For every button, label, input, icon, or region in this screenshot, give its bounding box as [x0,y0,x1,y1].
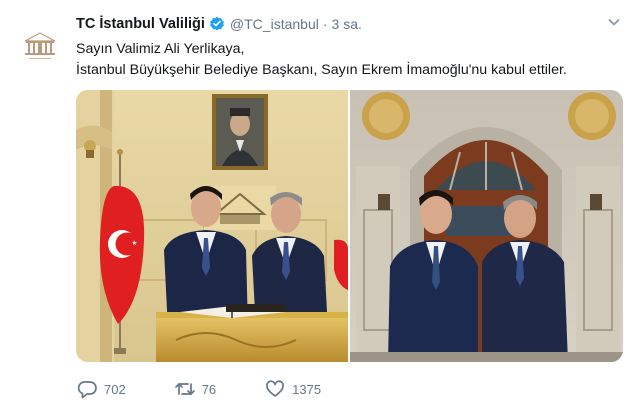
retweet-count: 76 [201,381,217,397]
tweet: TC İstanbul Valiliği @TC_istanbul · 3 sa… [0,0,640,416]
timestamp[interactable]: 3 sa. [332,16,362,32]
avatar[interactable] [14,26,66,64]
reply-icon [76,378,98,400]
photo-meeting-office[interactable] [76,90,348,362]
tweet-media [76,90,623,362]
reply-button[interactable]: 702 [76,378,126,400]
tweet-text: Sayın Valimiz Ali Yerlikaya, İstanbul Bü… [76,39,616,81]
separator-dot: · [322,16,328,32]
reply-count: 702 [104,381,126,397]
photo-meeting-building-entrance[interactable] [350,90,623,362]
retweet-button[interactable]: 76 [174,378,216,400]
verified-badge-icon [209,16,225,32]
tweet-header: TC İstanbul Valiliği @TC_istanbul · 3 sa… [76,14,362,34]
valilik-logo-icon [16,28,64,62]
retweet-icon [174,378,196,400]
like-count: 1375 [292,381,322,397]
tweet-text-line: Sayın Valimiz Ali Yerlikaya, [76,41,245,57]
handle[interactable]: @TC_istanbul [230,16,319,32]
more-options-chevron-down-icon[interactable] [606,14,622,30]
tweet-actions: 702 76 1375 [76,378,369,400]
display-name[interactable]: TC İstanbul Valiliği [76,16,205,32]
heart-icon [264,378,286,400]
tweet-text-line: İstanbul Büyükşehir Belediye Başkanı, Sa… [76,62,567,78]
like-button[interactable]: 1375 [264,378,321,400]
